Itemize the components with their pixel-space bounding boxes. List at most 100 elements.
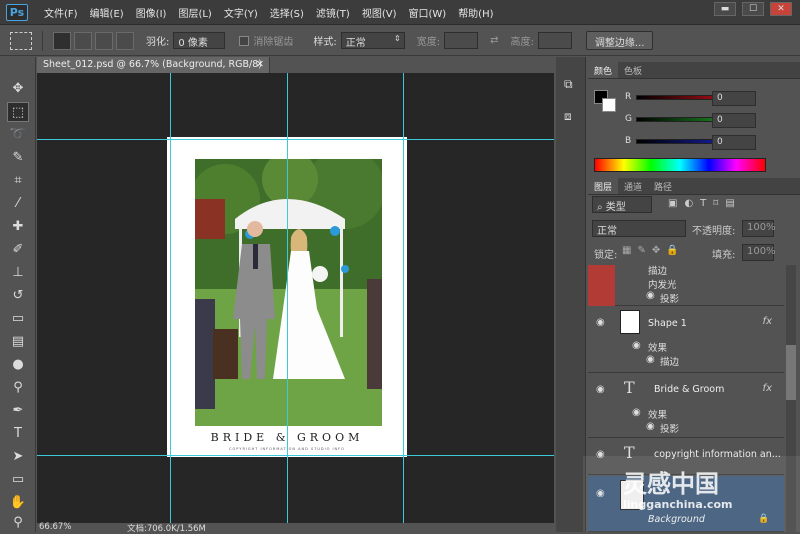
scrollbar-thumb[interactable] [786,345,796,400]
marquee-tool-icon[interactable]: ⬚ [7,102,29,122]
eye-icon[interactable]: ◉ [646,290,655,301]
opacity-input[interactable]: 100% [742,220,776,237]
minimize-button[interactable]: ▬ [714,2,736,16]
canvas-area[interactable]: BRIDE & GROOM COPYRIGHT INFORMATION AND … [37,73,554,523]
rectangle-tool-icon[interactable]: ▭ [7,470,29,490]
menu-list: 文件(F) 编辑(E) 图像(I) 图层(L) 文字(Y) 选择(S) 滤镜(T… [38,5,500,20]
eye-icon[interactable]: ◉ [596,384,605,395]
fill-input[interactable]: 100% [742,244,776,261]
swap-icon[interactable]: ⇄ [490,35,498,46]
blur-tool-icon[interactable]: ● [7,355,29,375]
layer-row-shape[interactable]: ◉ Shape 1 fx ◉ 效果 ◉ 描边 [588,307,784,373]
color-spectrum[interactable] [594,158,766,172]
marquee-tool-preset-icon[interactable] [10,31,32,50]
menu-edit[interactable]: 编辑(E) [84,5,130,20]
color-panel-tabs: 颜色 色板 [588,62,800,79]
tab-layers[interactable]: 图层 [588,178,619,194]
eye-icon[interactable]: ◉ [646,421,655,432]
add-selection-icon[interactable] [74,31,92,50]
horizontal-guide[interactable] [37,455,554,456]
menu-bar: Ps 文件(F) 编辑(E) 图像(I) 图层(L) 文字(Y) 选择(S) 滤… [0,0,800,25]
layer-name[interactable]: Bride & Groom [654,384,724,395]
layer-row-text[interactable]: ◉ T Bride & Groom fx ◉ 效果 ◉ 投影 [588,374,784,438]
layer-row-effects[interactable]: 描边 内发光 ◉ 投影 [588,265,784,306]
healing-brush-tool-icon[interactable]: ✚ [7,217,29,237]
close-window-button[interactable]: ✕ [770,2,792,16]
effect-drop-shadow[interactable]: 投影 [660,421,679,435]
brush-tool-icon[interactable]: ✐ [7,240,29,260]
refine-edge-button[interactable]: 调整边缘... [585,31,654,50]
eraser-tool-icon[interactable]: ▭ [7,309,29,329]
color-panel: 颜色 色板 R G B 0 0 0 [588,62,800,176]
eye-icon[interactable]: ◉ [596,317,605,328]
menu-window[interactable]: 窗口(W) [402,5,452,20]
move-tool-icon[interactable]: ✥ [7,79,29,99]
menu-file[interactable]: 文件(F) [38,5,84,20]
menu-view[interactable]: 视图(V) [356,5,403,20]
pen-tool-icon[interactable]: ✒ [7,401,29,421]
document-tab[interactable]: Sheet_012.psd @ 66.7% (Background, RGB/8… [37,57,270,73]
menu-select[interactable]: 选择(S) [264,5,310,20]
antialias-checkbox[interactable] [239,35,250,46]
tab-color[interactable]: 颜色 [588,62,619,78]
menu-image[interactable]: 图像(I) [130,5,173,20]
effect-stroke[interactable]: 描边 [648,263,667,277]
dodge-tool-icon[interactable]: ⚲ [7,378,29,398]
menu-type[interactable]: 文字(Y) [218,5,264,20]
menu-help[interactable]: 帮助(H) [452,5,499,20]
height-input[interactable] [537,32,572,49]
layer-thumbnail [620,310,640,334]
eye-icon[interactable]: ◉ [632,407,641,418]
r-value-input[interactable]: 0 [712,91,756,106]
new-selection-icon[interactable] [53,31,71,50]
crop-tool-icon[interactable]: ⌗ [7,171,29,191]
g-value-input[interactable]: 0 [712,113,756,128]
effect-stroke[interactable]: 描边 [660,354,679,368]
eye-icon[interactable]: ◉ [632,340,641,351]
subtract-selection-icon[interactable] [95,31,113,50]
close-tab-icon[interactable]: ✕ [256,59,264,70]
clone-stamp-tool-icon[interactable]: ⊥ [7,263,29,283]
tab-swatches[interactable]: 色板 [618,62,648,78]
type-tool-icon[interactable]: T [7,424,29,444]
layer-filter-icons[interactable]: ▣◐T⌑▤ [668,198,742,209]
tab-paths[interactable]: 路径 [648,178,678,194]
fx-icon[interactable]: fx [763,383,772,394]
style-select[interactable]: 正常 ⇕ [340,32,405,49]
zoom-level[interactable]: 66.67% [39,522,71,532]
width-input[interactable] [444,32,479,49]
quick-select-tool-icon[interactable]: ✎ [7,148,29,168]
history-brush-tool-icon[interactable]: ↺ [7,286,29,306]
history-panel-icon[interactable]: ⧉ [564,77,573,92]
blend-mode-select[interactable]: 正常 [592,220,686,237]
background-color-swatch[interactable] [602,98,616,112]
menu-layer[interactable]: 图层(L) [172,5,217,20]
layer-filter-select[interactable]: ⌕ 类型 [592,196,652,213]
layer-name[interactable]: Shape 1 [648,318,687,329]
style-value: 正常 [345,38,366,49]
eye-icon[interactable]: ◉ [646,354,655,365]
menu-filter[interactable]: 滤镜(T) [310,5,356,20]
feather-label: 羽化: [146,37,170,48]
feather-input[interactable]: 0 像素 [173,32,226,49]
tab-channels[interactable]: 通道 [618,178,648,194]
fx-icon[interactable]: fx [763,316,772,327]
effect-drop-shadow[interactable]: 投影 [660,291,679,305]
path-selection-tool-icon[interactable]: ➤ [7,447,29,467]
maximize-button[interactable]: ☐ [742,2,764,16]
gradient-tool-icon[interactable]: ▤ [7,332,29,352]
properties-panel-icon[interactable]: ⧈ [564,109,572,124]
wedding-photo [195,159,382,426]
lock-icons[interactable]: ▦✎✥🔒 [622,245,685,256]
horizontal-guide[interactable] [37,139,554,140]
eyedropper-tool-icon[interactable]: ⁄ [7,194,29,214]
lock-label: 锁定: [594,250,618,261]
lasso-tool-icon[interactable]: ➰ [7,125,29,145]
b-value-input[interactable]: 0 [712,135,756,150]
antialias-label: 消除锯齿 [253,37,294,48]
effect-inner-glow[interactable]: 内发光 [648,277,677,291]
collapsed-panels-strip: ⧉ ⧈ [556,57,586,532]
intersect-selection-icon[interactable] [116,31,134,50]
hand-tool-icon[interactable]: ✋ [7,493,29,513]
zoom-tool-icon[interactable]: ⚲ [7,513,29,533]
